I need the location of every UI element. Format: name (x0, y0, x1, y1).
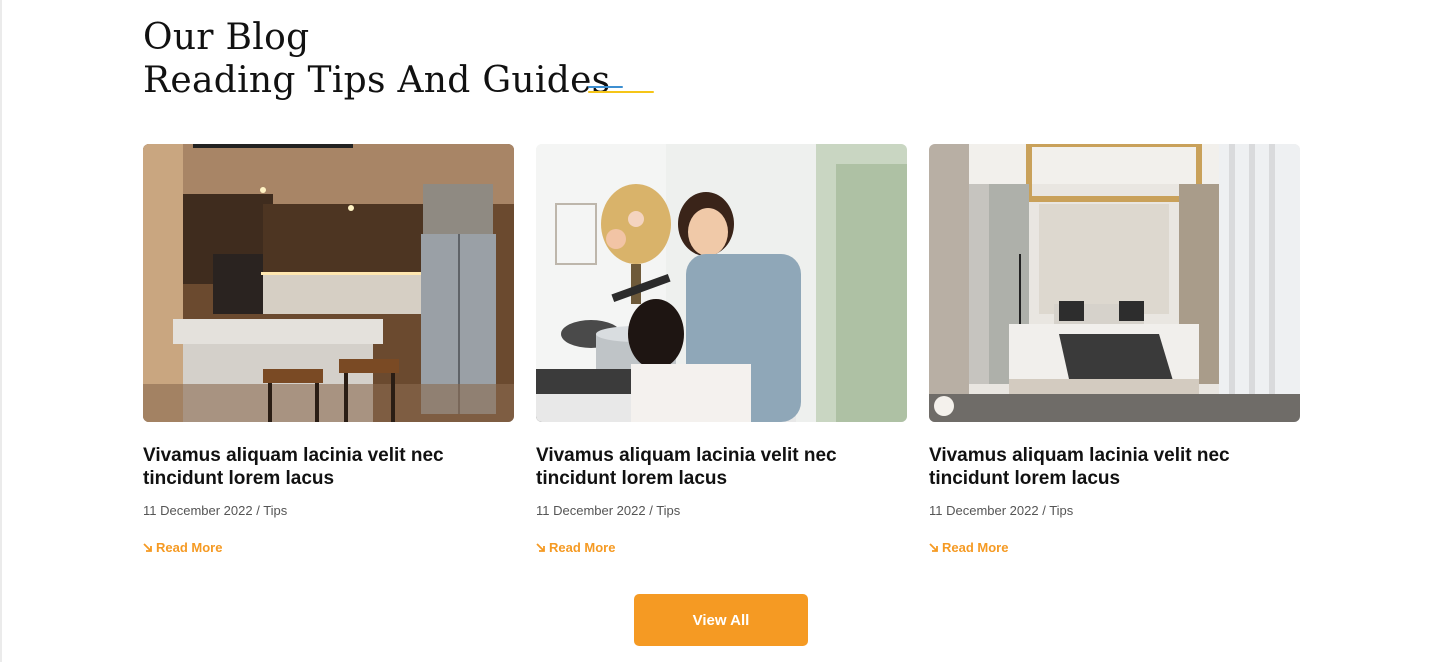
read-more-label: Read More (549, 540, 616, 555)
post-title[interactable]: Vivamus aliquam lacinia velit nec tincid… (536, 444, 907, 490)
bedroom-photo-image[interactable] (929, 144, 1300, 422)
read-more-label: Read More (942, 540, 1009, 555)
heading-line-2: Reading Tips And Guides (143, 60, 611, 101)
post-meta: 11 December 2022 / Tips (143, 503, 288, 518)
decoration-yellow-line (588, 91, 654, 93)
arrow-down-right-icon (929, 543, 938, 552)
section-heading: Our Blog Reading Tips And Guides (143, 16, 610, 102)
post-title[interactable]: Vivamus aliquam lacinia velit nec tincid… (143, 444, 514, 490)
view-all-button[interactable]: View All (634, 594, 808, 646)
decoration-blue-line (588, 86, 623, 88)
post-meta: 11 December 2022 / Tips (929, 503, 1074, 518)
blog-section: Our Blog Reading Tips And Guides Vivamus… (0, 0, 1440, 662)
heading-line-1: Our Blog (143, 17, 310, 58)
blog-card: Vivamus aliquam lacinia velit nec tincid… (929, 144, 1300, 555)
read-more-link[interactable]: Read More (536, 540, 615, 556)
kitchen-photo-image[interactable] (143, 144, 514, 422)
page-edge-divider (0, 0, 2, 662)
blog-card: Vivamus aliquam lacinia velit nec tincid… (536, 144, 907, 555)
blog-card: Vivamus aliquam lacinia velit nec tincid… (143, 144, 514, 555)
read-more-label: Read More (156, 540, 223, 555)
read-more-link[interactable]: Read More (143, 540, 222, 556)
arrow-down-right-icon (143, 543, 152, 552)
post-meta: 11 December 2022 / Tips (536, 503, 681, 518)
arrow-down-right-icon (536, 543, 545, 552)
cooking-family-photo-image[interactable] (536, 144, 907, 422)
heading-decoration (588, 86, 654, 94)
post-title[interactable]: Vivamus aliquam lacinia velit nec tincid… (929, 444, 1300, 490)
read-more-link[interactable]: Read More (929, 540, 1008, 556)
